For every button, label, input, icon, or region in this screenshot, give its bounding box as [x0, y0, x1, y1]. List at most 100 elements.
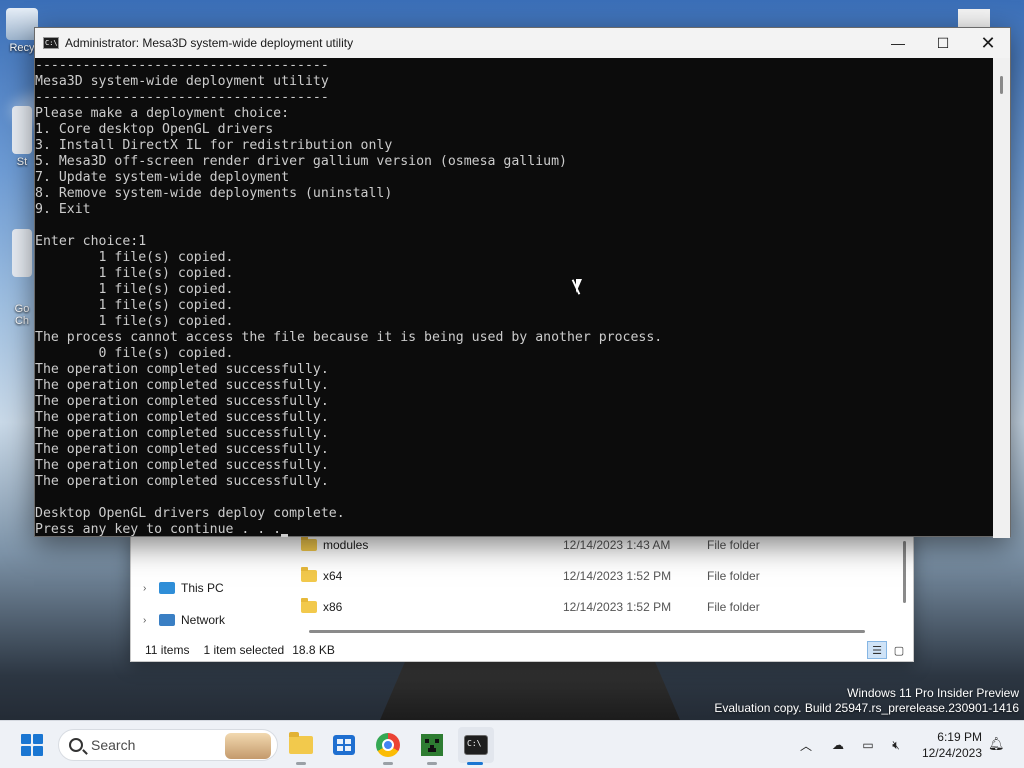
taskbar-chrome[interactable]: [370, 727, 406, 765]
nav-item-this-pc[interactable]: › This PC: [143, 576, 224, 600]
nav-item-label: This PC: [181, 581, 224, 595]
desktop-file-icon[interactable]: [958, 9, 990, 27]
file-name: x86: [323, 600, 343, 614]
status-selection: 1 item selected: [203, 643, 285, 657]
file-name: modules: [323, 538, 369, 552]
taskbar-search-box[interactable]: Search: [58, 729, 278, 761]
file-name: x64: [323, 569, 343, 583]
network-icon: [159, 614, 175, 626]
console-line: The operation completed successfully.: [35, 378, 329, 393]
file-type: File folder: [707, 538, 760, 552]
start-icon: [21, 734, 43, 756]
taskbar-minecraft[interactable]: [414, 727, 450, 765]
file-explorer-window: › This PC › Network modules 12/14/2023 1…: [130, 530, 914, 662]
console-window[interactable]: C:\ Administrator: Mesa3D system-wide de…: [34, 27, 1011, 538]
windows-watermark: Windows 11 Pro Insider Preview Evaluatio…: [714, 686, 1019, 716]
console-line: The operation completed successfully.: [35, 474, 329, 489]
console-line: 8. Remove system-wide deployments (unins…: [35, 186, 393, 201]
volume-mute-icon[interactable]: 🔇︎: [886, 735, 906, 755]
console-scrollbar[interactable]: [993, 58, 1010, 538]
console-line: Enter choice:1: [35, 234, 147, 249]
file-date: 12/14/2023 1:52 PM: [563, 569, 672, 583]
active-indicator: [467, 762, 483, 765]
file-row-x86[interactable]: x86 12/14/2023 1:52 PM File folder: [301, 594, 901, 620]
onedrive-icon[interactable]: ☁: [828, 735, 848, 755]
console-line: The operation completed successfully.: [35, 394, 329, 409]
command-prompt-icon: C:\: [43, 37, 59, 49]
nav-item-network[interactable]: › Network: [143, 608, 225, 632]
console-line: The operation completed successfully.: [35, 458, 329, 473]
console-line: Mesa3D system-wide deployment utility: [35, 74, 329, 89]
desktop-icon-label: St: [16, 156, 28, 168]
console-line: 7. Update system-wide deployment: [35, 170, 290, 185]
taskbar-file-explorer[interactable]: [283, 727, 319, 765]
running-indicator: [383, 762, 393, 765]
maximize-button[interactable]: ☐: [920, 28, 966, 58]
console-line: 0 file(s) copied.: [35, 346, 234, 361]
file-type: File folder: [707, 569, 760, 583]
taskbar-terminal[interactable]: C:\: [458, 727, 494, 765]
explorer-navigation-pane: › This PC › Network: [131, 531, 281, 636]
start-button[interactable]: [14, 727, 50, 763]
chevron-right-icon[interactable]: ›: [143, 615, 153, 626]
display-icon[interactable]: ▭: [858, 735, 878, 755]
console-line: Desktop OpenGL drivers deploy complete.: [35, 506, 345, 521]
running-indicator: [427, 762, 437, 765]
shortcut-icon: [12, 106, 32, 154]
console-line: -------------------------------------: [35, 90, 329, 105]
console-line: 5. Mesa3D off-screen render driver galli…: [35, 154, 567, 169]
console-title-bar[interactable]: C:\ Administrator: Mesa3D system-wide de…: [35, 28, 1010, 58]
details-view-button[interactable]: ☰: [867, 641, 887, 659]
desktop-icon-shortcut[interactable]: St: [10, 106, 34, 168]
console-line: Press any key to continue . . .: [35, 522, 995, 538]
large-icons-view-button[interactable]: ▢: [889, 641, 909, 659]
file-type: File folder: [707, 600, 760, 614]
running-indicator: [296, 762, 306, 765]
console-line: The operation completed successfully.: [35, 410, 329, 425]
store-icon: [333, 735, 355, 755]
close-button[interactable]: ✕: [965, 28, 1011, 58]
folder-icon: [301, 598, 317, 613]
taskbar-clock[interactable]: 6:19 PM 12/24/2023: [918, 729, 982, 761]
chevron-right-icon[interactable]: ›: [143, 583, 153, 594]
watermark-edition: Windows 11 Pro Insider Preview: [847, 686, 1019, 700]
minimize-button[interactable]: —: [875, 28, 921, 58]
horizontal-scrollbar[interactable]: [309, 630, 865, 633]
console-line: 1 file(s) copied.: [35, 282, 234, 297]
desktop-icon-google-chrome[interactable]: Go Ch: [10, 205, 34, 339]
clock-date: 12/24/2023: [921, 746, 982, 760]
notification-icon[interactable]: 🔔︎: [988, 736, 1005, 752]
console-line: 1 file(s) copied.: [35, 298, 234, 313]
search-placeholder: Search: [91, 737, 136, 753]
desktop-icon-label: Go Ch: [14, 303, 30, 327]
status-size: 18.8 KB: [292, 643, 335, 657]
console-line: 1 file(s) copied.: [35, 266, 234, 281]
search-highlight-image: [225, 733, 271, 759]
search-icon: [69, 738, 83, 752]
taskbar: Search C:\ ︿ ☁ ▭ 🔇︎ 6:19 PM 12/24/2023 🔔…: [0, 720, 1024, 768]
this-pc-icon: [159, 582, 175, 594]
console-line: The operation completed successfully.: [35, 426, 329, 441]
window-title: Administrator: Mesa3D system-wide deploy…: [65, 36, 354, 50]
taskbar-microsoft-store[interactable]: [326, 727, 362, 763]
vertical-scrollbar[interactable]: [903, 541, 906, 603]
file-date: 12/14/2023 1:52 PM: [563, 600, 672, 614]
nav-item-label: Network: [181, 613, 226, 627]
file-row-x64[interactable]: x64 12/14/2023 1:52 PM File folder: [301, 563, 901, 589]
console-line: Please make a deployment choice:: [35, 106, 290, 121]
file-explorer-icon: [289, 732, 313, 754]
console-output[interactable]: ------------------------------------- Mes…: [35, 58, 995, 538]
console-line: The operation completed successfully.: [35, 362, 329, 377]
console-line: 3. Install DirectX IL for redistribution…: [35, 138, 393, 153]
clock-time: 6:19 PM: [937, 730, 982, 744]
console-line: 9. Exit: [35, 202, 91, 217]
chevron-up-icon[interactable]: ︿: [796, 735, 816, 755]
folder-icon: [301, 567, 317, 582]
scrollbar-thumb[interactable]: [1000, 76, 1003, 94]
terminal-icon: C:\: [464, 735, 488, 755]
watermark-build: Evaluation copy. Build 25947.rs_prerelea…: [714, 701, 1019, 715]
chrome-icon: [376, 733, 400, 757]
explorer-status-bar: 11 items 1 item selected 18.8 KB: [131, 637, 913, 663]
